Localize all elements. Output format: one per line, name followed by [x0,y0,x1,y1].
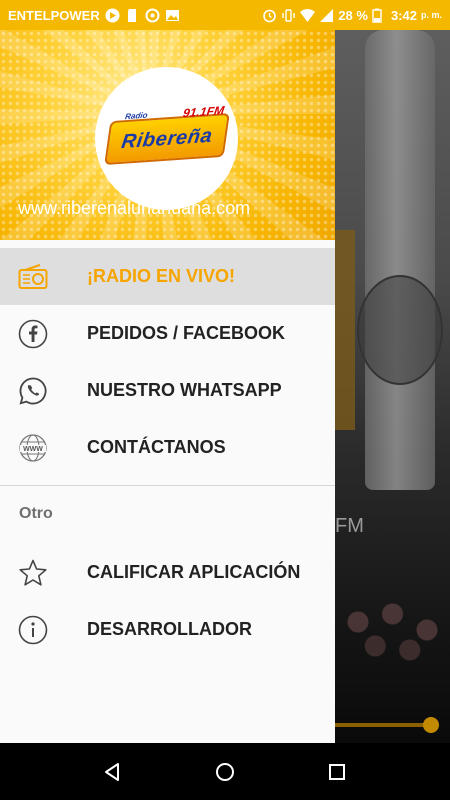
battery-level: 28 % [338,7,368,23]
radio-app-icon [145,8,160,23]
info-icon [18,615,48,645]
menu-item-facebook[interactable]: PEDIDOS / FACEBOOK [0,305,335,362]
wifi-icon [300,8,316,23]
facebook-icon [18,319,48,349]
drawer-header: Radio 91.1FM Ribereña www.riberenalunahu… [0,30,335,240]
sd-card-icon [125,8,140,23]
background-grapes-image [335,590,450,670]
volume-slider-thumb[interactable] [423,717,439,733]
menu-item-label: DESARROLLADOR [87,619,252,639]
logo-name: Ribereña [119,123,214,153]
background-station-text: FM [335,515,364,537]
volume-slider-track[interactable] [335,723,430,727]
website-url[interactable]: www.riberenalunahuana.com [18,198,250,219]
vibrate-icon [281,8,296,23]
back-button[interactable] [101,761,123,783]
home-button[interactable] [214,761,236,783]
menu-item-rate-app[interactable]: CALIFICAR APLICACIÓN [0,544,335,601]
recents-button[interactable] [326,761,348,783]
menu-item-label: ¡RADIO EN VIVO! [87,266,236,286]
www-globe-icon: WWW [18,433,48,463]
svg-text:WWW: WWW [23,446,43,453]
menu-item-whatsapp[interactable]: NUESTRO WHATSAPP [0,362,335,419]
menu-item-label: PEDIDOS / FACEBOOK [87,323,286,343]
background-bottle-image [365,30,435,490]
logo-frequency: 91.1FM [181,102,225,120]
background-bottle-label [357,275,443,385]
menu-item-label: CONTÁCTANOS [87,437,226,457]
alarm-icon [262,8,277,23]
station-logo: Radio 91.1FM Ribereña [95,67,238,210]
battery-icon [372,8,387,23]
menu-item-label: CALIFICAR APLICACIÓN [87,562,301,582]
menu-item-radio-live[interactable]: ¡RADIO EN VIVO! [0,248,335,305]
clock-ampm: p. m. [420,10,442,20]
navigation-drawer: Radio 91.1FM Ribereña www.riberenalunahu… [0,30,335,743]
image-icon [165,8,180,23]
carrier-name: ENTELPOWER [8,7,100,23]
menu-item-label: NUESTRO WHATSAPP [87,380,282,400]
background-player-screen: FM [335,30,450,743]
clock-time: 3:42 [390,7,417,23]
menu-item-developer[interactable]: DESARROLLADOR [0,601,335,658]
whatsapp-icon [18,376,48,406]
section-header-other: Otro [0,486,335,544]
background-bottle-image [335,230,355,430]
signal-icon [319,8,334,23]
station-logo-badge: Radio 91.1FM Ribereña [103,103,230,165]
system-navigation-bar [0,743,450,800]
radio-icon [18,262,48,292]
menu-item-contact[interactable]: WWW CONTÁCTANOS [0,419,335,476]
star-icon [18,558,48,588]
logo-small-text: Radio [123,110,148,121]
status-bar: ENTELPOWER 28 % 3:42 p. m. [0,0,450,30]
play-store-icon [105,8,120,23]
section-title: Otro [19,505,53,522]
